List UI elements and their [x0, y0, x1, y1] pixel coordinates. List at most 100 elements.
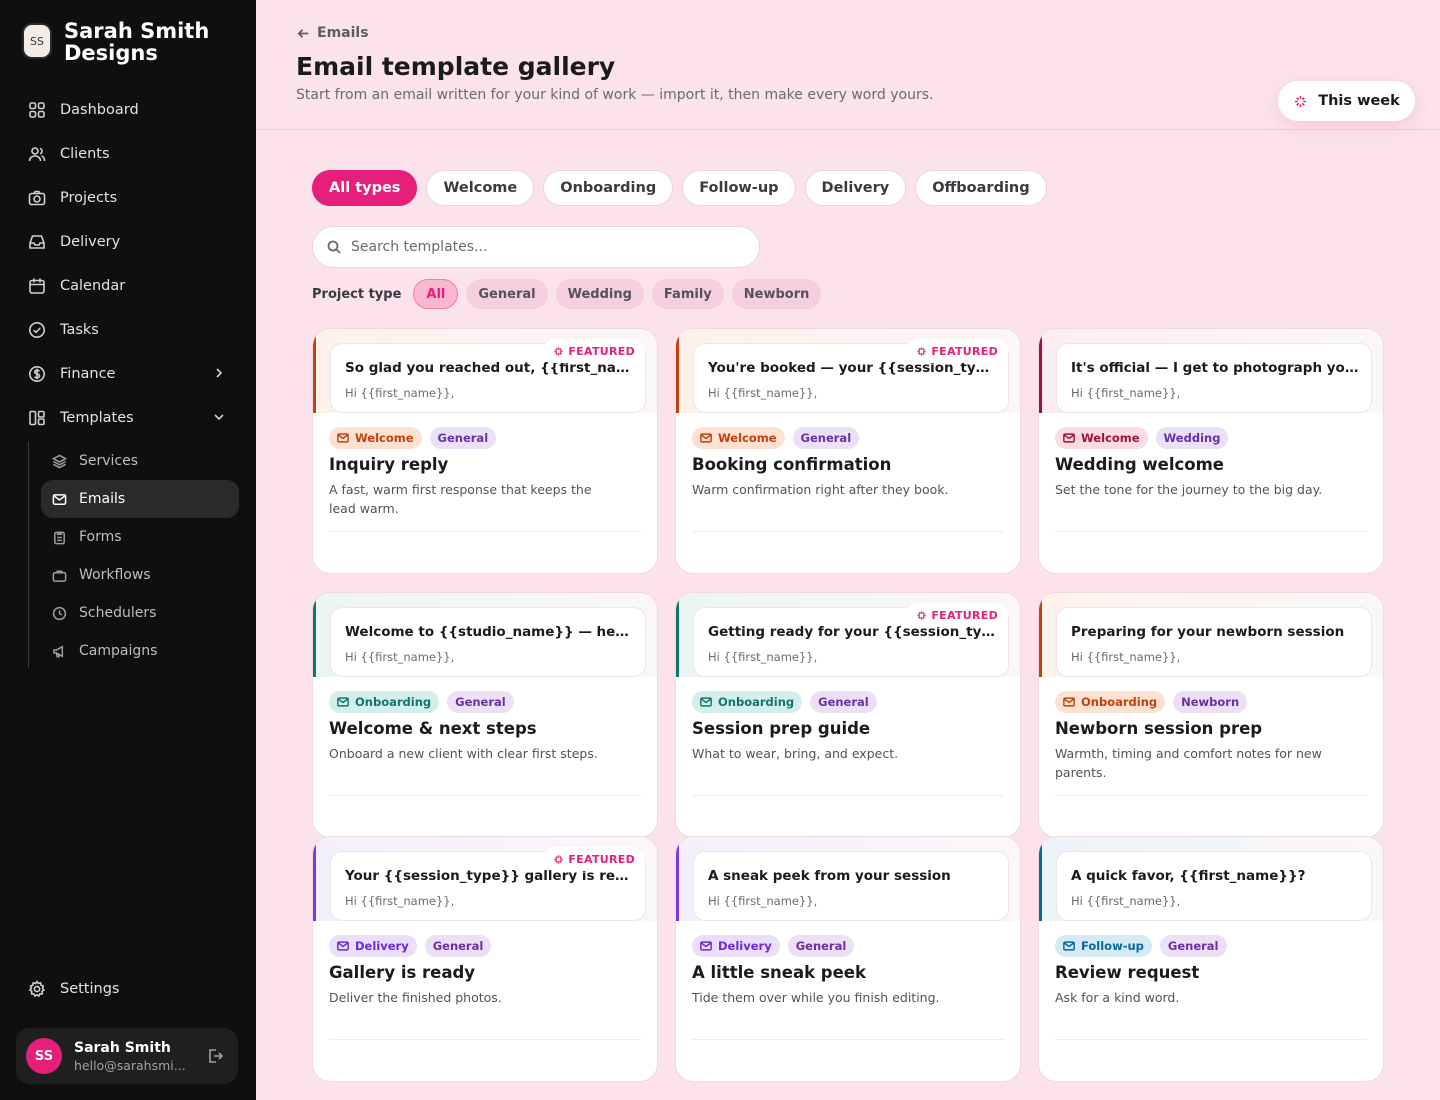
card-title: Booking confirmation [692, 455, 892, 474]
chip-newborn[interactable]: Newborn [731, 279, 822, 309]
sidebar-item-services[interactable]: Services [41, 442, 239, 480]
tab-follow-up[interactable]: Follow-up [682, 170, 796, 206]
sidebar-item-workflows[interactable]: Workflows [41, 556, 239, 594]
mail-icon [1063, 433, 1075, 443]
sidebar-item-campaigns[interactable]: Campaigns [41, 632, 239, 670]
sidebar-item-projects[interactable]: Projects [16, 176, 240, 220]
sidebar-item-emails[interactable]: Emails [41, 480, 239, 518]
user-card[interactable]: SS Sarah Smith hello@sarahsmi... [16, 1028, 238, 1084]
template-card[interactable]: Your {{session_type}} gallery is ready Hi… [312, 836, 658, 1082]
type-badge-label: Welcome [1081, 431, 1140, 445]
email-greeting: Hi {{first_name}}, [708, 894, 818, 908]
this-week-label: This week [1318, 93, 1400, 109]
sparkle-icon [917, 346, 926, 356]
type-badge-label: Onboarding [355, 695, 432, 709]
type-badge-label: Onboarding [718, 695, 795, 709]
email-greeting: Hi {{first_name}}, [1071, 386, 1181, 400]
type-badge-label: Onboarding [1081, 695, 1158, 709]
briefcase-icon [52, 570, 67, 582]
card-description: Set the tone for the journey to the big … [1055, 482, 1323, 497]
type-tabs: All types Welcome Onboarding Follow-up D… [312, 170, 1047, 206]
card-description: What to wear, bring, and expect. [692, 746, 899, 761]
template-card[interactable]: A quick favor, {{first_name}}? Hi {{first… [1038, 836, 1384, 1082]
card-badges: Follow-up General [1055, 935, 1227, 957]
this-week-button[interactable]: This week [1278, 81, 1415, 121]
template-card[interactable]: So glad you reached out, {{first_name}}!… [312, 328, 658, 574]
calendar-icon [29, 278, 45, 294]
user-name: Sarah Smith [74, 1039, 171, 1056]
template-card[interactable]: Preparing for your newborn session Hi {{f… [1038, 592, 1384, 838]
email-preview: A quick favor, {{first_name}}? Hi {{first… [1056, 851, 1372, 921]
sidebar-item-label: Schedulers [79, 605, 157, 621]
type-badge-label: Follow-up [1081, 939, 1144, 953]
check-circle-icon [29, 322, 45, 338]
chip-general[interactable]: General [466, 279, 548, 309]
logout-icon[interactable] [206, 1047, 224, 1065]
avatar: SS [26, 1038, 62, 1074]
sidebar-item-settings[interactable]: Settings [28, 980, 119, 998]
sidebar-item-templates[interactable]: Templates [16, 396, 240, 440]
template-card[interactable]: Getting ready for your {{session_type}} … [675, 592, 1021, 838]
sidebar-item-finance[interactable]: Finance [16, 352, 240, 396]
featured-label: FEATURED [931, 344, 998, 358]
brand[interactable]: SS Sarah Smith Designs [22, 20, 234, 64]
templates-subnav: Services Emails Forms Workflows Schedule… [28, 442, 240, 668]
sidebar-item-forms[interactable]: Forms [41, 518, 239, 556]
template-card[interactable]: You're booked — your {{session_type}} is… [675, 328, 1021, 574]
card-divider [1055, 795, 1367, 796]
tab-offboarding[interactable]: Offboarding [915, 170, 1047, 206]
email-preview: Welcome to {{studio_name}} — here's what… [330, 607, 646, 677]
back-link[interactable]: Emails [296, 25, 369, 41]
template-card[interactable]: A sneak peek from your session Hi {{first… [675, 836, 1021, 1082]
chevron-right-icon [216, 368, 223, 378]
card-title: Review request [1055, 963, 1200, 982]
card-description: Onboard a new client with clear first st… [329, 746, 598, 761]
chip-all[interactable]: All [413, 279, 459, 309]
sparkle-icon [554, 346, 563, 356]
sidebar-item-clients[interactable]: Clients [16, 132, 240, 176]
card-title: Gallery is ready [329, 963, 476, 982]
template-card[interactable]: Welcome to {{studio_name}} — here's what… [312, 592, 658, 838]
tab-all-types[interactable]: All types [312, 170, 418, 206]
featured-label: FEATURED [931, 608, 998, 622]
sidebar-item-schedulers[interactable]: Schedulers [41, 594, 239, 632]
email-preview: Preparing for your newborn session Hi {{f… [1056, 607, 1372, 677]
project-badge: General [787, 935, 855, 957]
search-icon [327, 240, 341, 254]
sidebar-item-calendar[interactable]: Calendar [16, 264, 240, 308]
email-subject: It's official — I get to photograph your… [1071, 360, 1361, 376]
type-badge: Onboarding [329, 691, 440, 713]
brand-name: Sarah Smith Designs [64, 19, 210, 65]
mail-icon [337, 941, 349, 951]
sidebar-item-delivery[interactable]: Delivery [16, 220, 240, 264]
project-badge: General [424, 935, 492, 957]
tab-delivery[interactable]: Delivery [804, 170, 907, 206]
card-badges: Onboarding General [692, 691, 877, 713]
card-preview: Preparing for your newborn session Hi {{f… [1039, 593, 1383, 677]
email-subject: Preparing for your newborn session [1071, 624, 1345, 640]
type-badge-label: Welcome [718, 431, 777, 445]
email-subject: A sneak peek from your session [708, 868, 951, 884]
card-description: Deliver the finished photos. [329, 990, 502, 1005]
card-badges: Welcome General [329, 427, 497, 449]
featured-badge: FEATURED [906, 339, 1008, 363]
chip-wedding[interactable]: Wedding [555, 279, 644, 309]
card-preview: A sneak peek from your session Hi {{first… [676, 837, 1020, 921]
chip-family[interactable]: Family [651, 279, 724, 309]
sparkle-icon [917, 610, 926, 620]
type-badge: Onboarding [692, 691, 803, 713]
layers-icon [52, 454, 67, 468]
card-divider [329, 531, 641, 532]
type-badge-label: Delivery [355, 939, 409, 953]
card-divider [329, 1039, 641, 1040]
camera-icon [28, 190, 46, 206]
search-box [312, 226, 760, 268]
sidebar-item-tasks[interactable]: Tasks [16, 308, 240, 352]
tab-welcome[interactable]: Welcome [426, 170, 535, 206]
sidebar-item-dashboard[interactable]: Dashboard [16, 88, 240, 132]
search-input[interactable] [351, 239, 731, 255]
email-preview: A sneak peek from your session Hi {{first… [693, 851, 1009, 921]
chevron-down-icon [214, 414, 224, 421]
tab-onboarding[interactable]: Onboarding [543, 170, 674, 206]
template-card[interactable]: It's official — I get to photograph your… [1038, 328, 1384, 574]
